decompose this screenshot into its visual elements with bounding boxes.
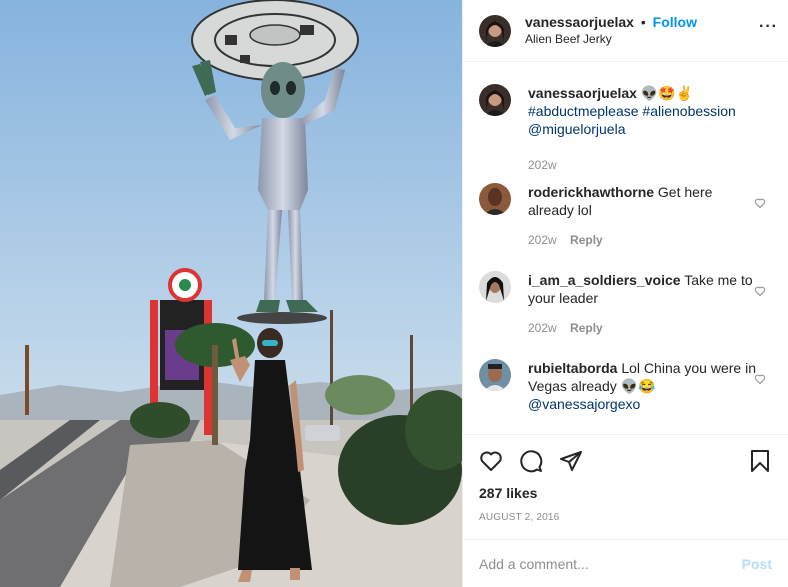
hashtag-abductmeplease[interactable]: #abductmeplease [528,103,639,119]
commenter-avatar[interactable] [479,183,511,215]
comment-time[interactable]: 202w [528,321,557,335]
comment-body: rubieltaborda Lol China you were in Vega… [528,359,758,434]
caption: vanessaorjuelax 👽🤩✌ #abductmeplease #ali… [479,62,772,183]
comment-item: roderickhawthorne Get here already lol 2… [479,183,772,271]
commenter-avatar[interactable] [479,271,511,303]
share-icon[interactable] [559,449,583,473]
add-comment-bar: Post [463,539,788,587]
comment-meta: 202w Reply [528,231,758,249]
post-details-panel: vanessaorjuelax • Follow Alien Beef Jerk… [462,0,788,587]
comment-icon[interactable] [519,449,543,473]
header-separator: • [640,13,646,30]
post-actions: 287 likes AUGUST 2, 2016 [463,434,788,539]
caption-username[interactable]: vanessaorjuelax [528,85,637,101]
post-comment-button[interactable]: Post [742,556,772,572]
comment-body: i_am_a_soldiers_voice Take me to your le… [528,271,758,359]
photo-alien-statue [0,0,462,587]
comment-item: i_am_a_soldiers_voice Take me to your le… [479,271,772,359]
header-meta: vanessaorjuelax • Follow Alien Beef Jerk… [525,14,697,48]
likes-count[interactable]: 287 likes [479,485,772,501]
comments-list: vanessaorjuelax 👽🤩✌ #abductmeplease #ali… [463,62,788,434]
hashtag-alienobession[interactable]: #alienobession [642,103,735,119]
post-photo[interactable] [0,0,462,587]
instagram-post: vanessaorjuelax • Follow Alien Beef Jerk… [0,0,788,587]
comment-body: roderickhawthorne Get here already lol 2… [528,183,758,271]
heart-icon[interactable] [754,197,766,209]
reply-button[interactable]: Reply [570,233,603,247]
bookmark-icon[interactable] [748,449,772,473]
reply-button[interactable]: Reply [570,321,603,335]
post-date[interactable]: AUGUST 2, 2016 [479,512,772,523]
post-location[interactable]: Alien Beef Jerky [525,31,697,48]
follow-button[interactable]: Follow [653,14,697,30]
caption-emojis: 👽🤩✌ [640,85,694,101]
comment-username[interactable]: roderickhawthorne [528,184,654,200]
caption-body: vanessaorjuelax 👽🤩✌ #abductmeplease #ali… [528,84,758,183]
author-avatar[interactable] [479,14,511,47]
action-icons [479,435,772,483]
comment-username[interactable]: i_am_a_soldiers_voice [528,272,681,288]
mention-miguelorjuela[interactable]: @miguelorjuela [528,121,625,137]
heart-icon[interactable] [754,373,766,385]
comment-meta: 202w Reply [528,319,758,337]
caption-time[interactable]: 202w [528,156,758,174]
heart-icon[interactable] [479,449,503,473]
comment-item: rubieltaborda Lol China you were in Vega… [479,359,772,434]
author-username[interactable]: vanessaorjuelax [525,14,634,30]
commenter-avatar[interactable] [479,359,511,391]
comment-time[interactable]: 202w [528,233,557,247]
more-horizontal-icon[interactable]: ··· [759,19,778,35]
post-header: vanessaorjuelax • Follow Alien Beef Jerk… [463,0,788,62]
heart-icon[interactable] [754,285,766,297]
comment-input[interactable] [479,555,742,572]
mention-vanessajorgexo[interactable]: @vanessajorgexo [528,396,640,412]
comment-username[interactable]: rubieltaborda [528,360,617,376]
caption-avatar[interactable] [479,84,511,116]
